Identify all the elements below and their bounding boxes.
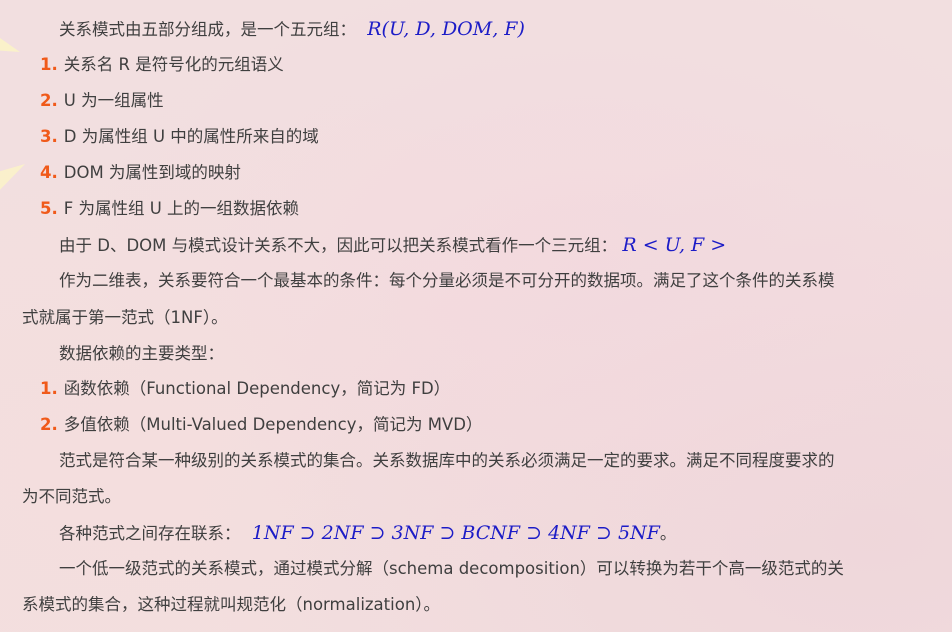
dependency-item-1: 1. 函数依赖（Functional Dependency，简记为 FD） [40,371,450,407]
first-nf-text-2: 式就属于第一范式（1NF）。 [22,308,228,327]
dependency-heading-text: 数据依赖的主要类型： [59,344,224,363]
first-nf-text-1: 作为二维表，关系要符合一个最基本的条件：每个分量必须是不可分开的数据项。满足了这… [59,271,835,290]
list-item-text: U 为一组属性 [63,91,164,110]
normalization-text-2: 系模式的集合，这种过程就叫规范化（normalization）。 [22,595,441,614]
component-item-3: 3. D 为属性组 U 中的属性所来自的域 [40,119,319,155]
normal-form-def-text-2: 为不同范式。 [22,487,121,506]
relation-suffix: 。 [659,524,677,543]
simplified-paragraph: 由于 D、DOM 与模式设计关系不大，因此可以把关系模式看作一个三元组： R <… [59,227,726,263]
list-number: 1. [40,379,58,398]
normal-form-chain-formula: 1NF ⊃ 2NF ⊃ 3NF ⊃ BCNF ⊃ 4NF ⊃ 5NF [251,522,660,544]
relation-text: 各种范式之间存在联系： [59,524,241,543]
normal-form-def-line-2: 为不同范式。 [22,479,121,515]
list-number: 1. [40,55,58,74]
normalization-text-1: 一个低一级范式的关系模式，通过模式分解（schema decomposition… [59,559,844,578]
list-number: 2. [40,91,58,110]
normalization-line-2: 系模式的集合，这种过程就叫规范化（normalization）。 [22,587,440,623]
list-number: 5. [40,199,58,218]
dependency-item-2: 2. 多值依赖（Multi-Valued Dependency，简记为 MVD） [40,407,482,443]
normalization-line-1: 一个低一级范式的关系模式，通过模式分解（schema decomposition… [59,551,844,587]
component-item-1: 1. 关系名 R 是符号化的元组语义 [40,47,284,83]
first-nf-line-2: 式就属于第一范式（1NF）。 [22,300,228,336]
normal-form-def-line-1: 范式是符合某一种级别的关系模式的集合。关系数据库中的关系必须满足一定的要求。满足… [59,443,835,479]
five-tuple-formula: R(U, D, DOM, F) [367,18,525,40]
dependency-heading: 数据依赖的主要类型： [59,336,224,372]
list-item-text: D 为属性组 U 中的属性所来自的域 [63,127,319,146]
normal-form-def-text-1: 范式是符合某一种级别的关系模式的集合。关系数据库中的关系必须满足一定的要求。满足… [59,451,835,470]
list-number: 4. [40,163,58,182]
list-item-text: 函数依赖（Functional Dependency，简记为 FD） [63,379,451,398]
component-item-5: 5. F 为属性组 U 上的一组数据依赖 [40,191,299,227]
first-nf-line-1: 作为二维表，关系要符合一个最基本的条件：每个分量必须是不可分开的数据项。满足了这… [59,263,835,299]
list-number: 3. [40,127,58,146]
simplified-text: 由于 D、DOM 与模式设计关系不大，因此可以把关系模式看作一个三元组： [59,236,618,255]
document-content: 关系模式由五部分组成，是一个五元组： R(U, D, DOM, F) 1. 关系名… [0,0,952,632]
component-item-2: 2. U 为一组属性 [40,83,164,119]
list-item-text: F 为属性组 U 上的一组数据依赖 [63,199,300,218]
component-item-4: 4. DOM 为属性到域的映射 [40,155,241,191]
three-tuple-formula: R < U, F > [622,234,727,256]
list-number: 2. [40,415,58,434]
intro-paragraph: 关系模式由五部分组成，是一个五元组： R(U, D, DOM, F) [59,11,525,47]
intro-text: 关系模式由五部分组成，是一个五元组： [59,20,356,39]
list-item-text: 多值依赖（Multi-Valued Dependency，简记为 MVD） [63,415,483,434]
list-item-text: 关系名 R 是符号化的元组语义 [63,55,284,74]
relation-paragraph: 各种范式之间存在联系： 1NF ⊃ 2NF ⊃ 3NF ⊃ BCNF ⊃ 4NF… [59,515,676,551]
list-item-text: DOM 为属性到域的映射 [63,163,241,182]
